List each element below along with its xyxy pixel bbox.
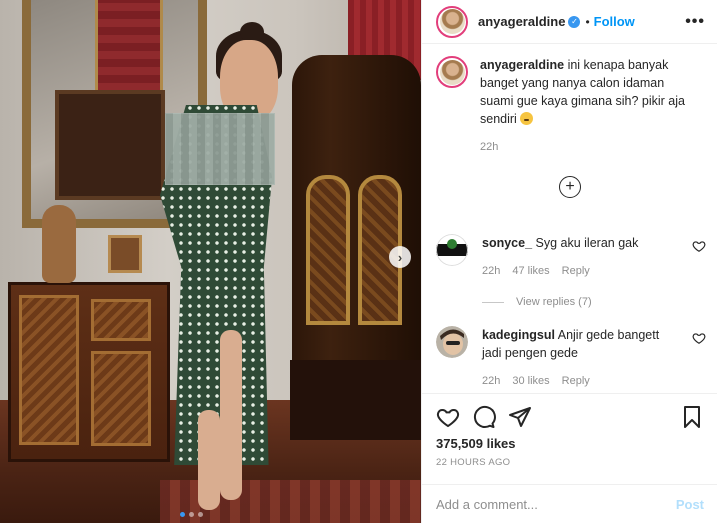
share-paper-plane-icon[interactable] <box>508 405 532 429</box>
comment-author[interactable]: sonyce_ <box>482 236 532 250</box>
view-replies-line <box>482 301 504 303</box>
action-icons <box>436 404 704 430</box>
comment-meta: 22h 47 likes Reply <box>482 262 682 280</box>
avatar[interactable] <box>436 234 468 266</box>
comment-time[interactable]: 22h <box>482 372 500 390</box>
post-date[interactable]: 22 HOURS AGO <box>436 457 704 468</box>
caption: anyageraldine ini kenapa banyak banget y… <box>422 56 717 156</box>
heart-icon[interactable] <box>692 331 706 345</box>
carousel-dot <box>180 512 185 517</box>
more-options-icon[interactable]: ••• <box>685 13 705 31</box>
chevron-right-icon: › <box>397 249 403 265</box>
verified-badge-icon: ✓ <box>568 15 581 28</box>
avatar-image <box>439 59 465 85</box>
load-more: + <box>422 176 717 198</box>
comment-body: kadegingsul Anjir gede bangett jadi peng… <box>482 326 682 390</box>
avatar-image <box>436 234 468 266</box>
sad-face-emoji-icon <box>520 112 534 125</box>
like-heart-icon[interactable] <box>436 405 460 429</box>
photo-person <box>140 22 290 523</box>
person-leg <box>198 410 220 510</box>
heart-icon[interactable] <box>692 239 706 253</box>
post-header: anyageraldine ✓ • Follow ••• <box>422 0 717 44</box>
avatar-image <box>439 9 465 34</box>
post-comment-button[interactable]: Post <box>676 497 704 512</box>
like-count[interactable]: 375,509 likes <box>436 436 704 451</box>
comment-body: sonyce_ Syg aku ileran gak 22h 47 likes … <box>482 234 682 280</box>
photo-statue <box>42 205 76 283</box>
reply-button[interactable]: Reply <box>562 372 590 390</box>
carousel-dot <box>198 512 203 517</box>
author-username[interactable]: anyageraldine <box>478 14 565 29</box>
caption-author[interactable]: anyageraldine <box>480 58 564 72</box>
header-separator: • <box>585 14 590 29</box>
comments-area: anyageraldine ini kenapa banyak banget y… <box>422 56 717 198</box>
comment-likes[interactable]: 47 likes <box>512 262 549 280</box>
dresser-panel <box>19 295 79 445</box>
caption-time[interactable]: 22h <box>480 138 690 156</box>
comment-time[interactable]: 22h <box>482 262 500 280</box>
post-side-panel: anyageraldine ✓ • Follow ••• anyageraldi… <box>421 0 717 523</box>
bookmark-icon[interactable] <box>680 405 704 429</box>
comment-bubble-icon[interactable] <box>472 405 496 429</box>
view-replies-label: View replies (7) <box>516 296 592 308</box>
post-photo[interactable]: › <box>0 0 421 523</box>
carousel-dots <box>180 512 203 517</box>
reply-button[interactable]: Reply <box>562 262 590 280</box>
avatar[interactable] <box>436 56 468 88</box>
comment-likes[interactable]: 30 likes <box>512 372 549 390</box>
comment-input[interactable] <box>436 496 676 512</box>
person-leg <box>220 330 242 500</box>
carousel-next-button[interactable]: › <box>389 246 411 268</box>
comment-meta: 22h 30 likes Reply <box>482 372 682 390</box>
person-hair-bun <box>240 22 264 42</box>
caption-body: anyageraldine ini kenapa banyak banget y… <box>480 56 690 156</box>
view-replies-button[interactable]: View replies (7) <box>482 296 592 308</box>
comment-author[interactable]: kadegingsul <box>482 328 555 342</box>
avatar-image <box>436 326 468 358</box>
armoire-panel <box>306 175 350 325</box>
carousel-dot <box>189 512 194 517</box>
avatar[interactable] <box>436 326 468 358</box>
comment-text: Syg aku ileran gak <box>535 236 639 250</box>
plus-circle-icon[interactable]: + <box>559 176 581 198</box>
action-bar: 375,509 likes 22 HOURS AGO <box>422 393 717 468</box>
instagram-post: › anyageraldine ✓ • Follow ••• anyageral… <box>0 0 717 523</box>
comment-composer: Post <box>422 484 717 523</box>
follow-button[interactable]: Follow <box>594 14 635 29</box>
avatar[interactable] <box>436 5 468 38</box>
photo-picture-frame <box>108 235 142 273</box>
photo-armoire-base <box>290 360 421 440</box>
censor-blur <box>165 113 275 185</box>
